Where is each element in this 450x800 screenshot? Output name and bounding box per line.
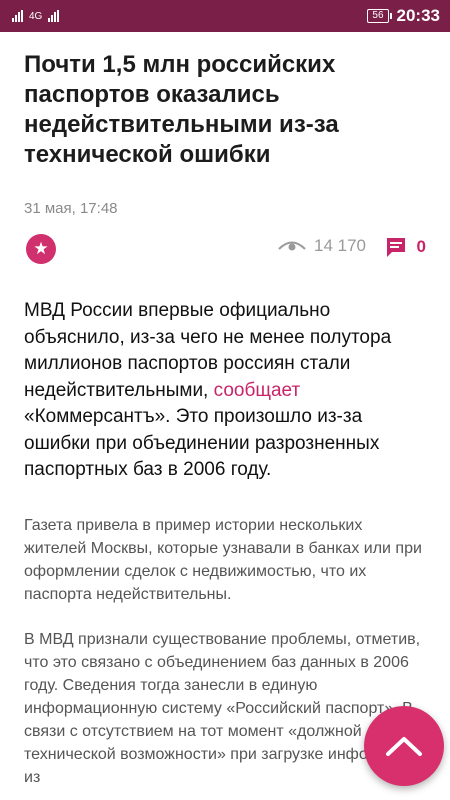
signal-icon bbox=[48, 10, 60, 22]
status-time: 20:33 bbox=[396, 6, 440, 25]
article-paragraph: Газета привела в пример истории нескольк… bbox=[24, 517, 422, 603]
signal-icon bbox=[12, 10, 23, 22]
comment-icon bbox=[386, 238, 405, 257]
view-count: 14 170 bbox=[314, 236, 366, 255]
scroll-top-button[interactable] bbox=[364, 706, 444, 786]
view-counter: 14 170 bbox=[278, 236, 366, 256]
article-lead: МВД России впервые официально объяснило,… bbox=[24, 298, 429, 484]
network-type: 4G bbox=[29, 10, 43, 22]
lead-text-rest: «Коммерсантъ». Это произошло из-за ошибк… bbox=[24, 406, 380, 480]
battery-icon: 56 bbox=[367, 9, 392, 23]
source-link[interactable]: сообщает bbox=[214, 380, 301, 401]
article-title: Почти 1,5 млн российских паспортов оказа… bbox=[24, 51, 339, 168]
article-date: 31 мая, 17:48 bbox=[24, 200, 118, 217]
star-icon: ★ bbox=[33, 239, 49, 258]
comment-count: 0 bbox=[416, 237, 426, 256]
comments-button[interactable]: 0 bbox=[385, 236, 426, 258]
favorite-button[interactable]: ★ bbox=[26, 234, 56, 264]
article-meta: ★ 14 170 0 bbox=[24, 232, 426, 266]
lead-text: МВД России впервые официально объяснило,… bbox=[24, 300, 392, 401]
chevron-up-icon bbox=[386, 737, 422, 756]
eye-icon bbox=[278, 241, 306, 251]
status-bar: 4G 56 20:33 bbox=[0, 0, 450, 32]
